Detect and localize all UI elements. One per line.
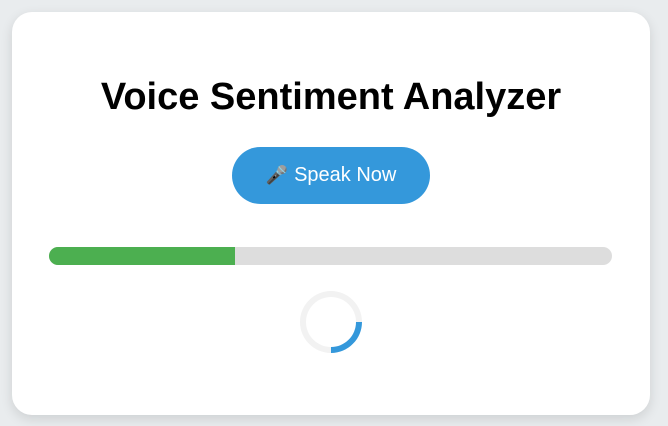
page-title: Voice Sentiment Analyzer	[100, 76, 562, 118]
progress-fill	[49, 247, 235, 265]
speak-now-label: Speak Now	[294, 164, 397, 186]
microphone-icon: 🎤	[265, 165, 289, 185]
loading-spinner-icon	[287, 278, 375, 366]
progress-bar	[49, 247, 612, 265]
analyzer-card: Voice Sentiment Analyzer 🎤 Speak Now	[12, 12, 650, 415]
speak-now-button[interactable]: 🎤 Speak Now	[232, 147, 430, 204]
